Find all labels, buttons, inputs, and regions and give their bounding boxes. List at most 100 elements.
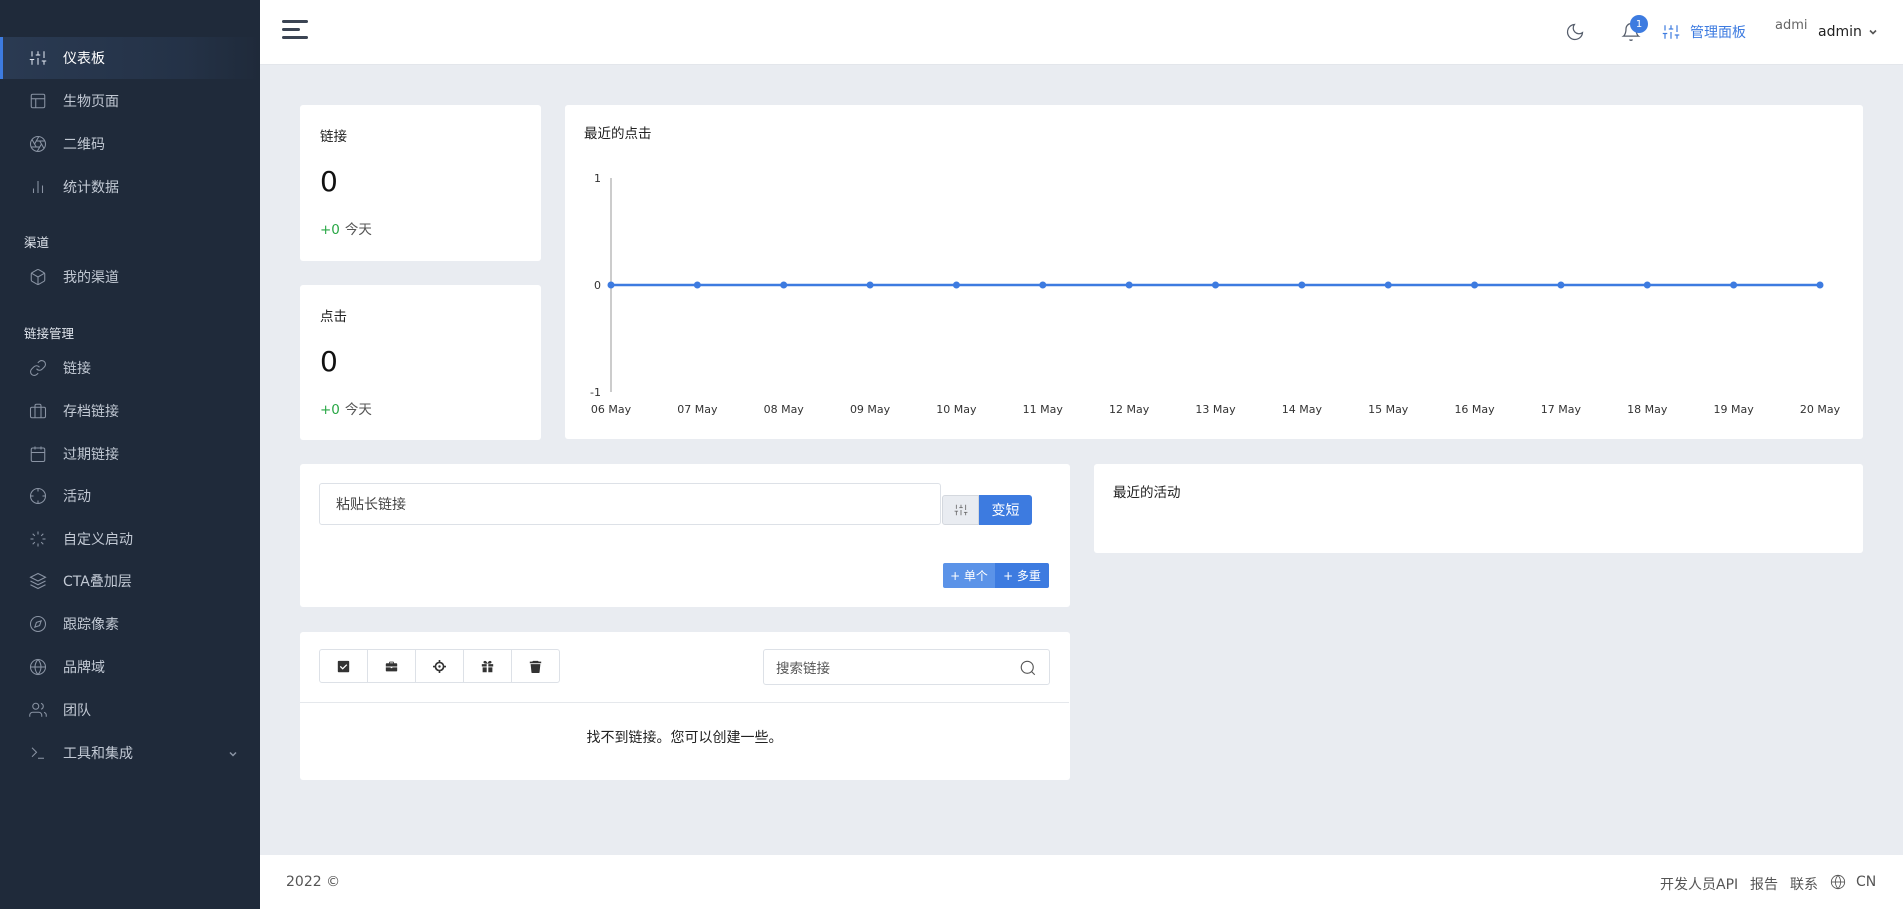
shorten-button[interactable]: 变短: [979, 495, 1032, 525]
sidebar-item-label: 活动: [63, 489, 91, 505]
sliders-icon: [954, 504, 967, 516]
sidebar-item-bio-pages[interactable]: 生物页面: [0, 80, 260, 122]
sidebar-item-label: 生物页面: [63, 94, 119, 110]
sliders-icon: [1662, 25, 1680, 39]
x-tick-label: 17 May: [1541, 403, 1582, 416]
box-icon: [28, 267, 48, 287]
x-tick-label: 08 May: [764, 403, 805, 416]
sidebar-item-label: 过期链接: [63, 447, 119, 463]
stat-delta-label: 今天: [344, 402, 372, 418]
bar-chart-icon: [28, 177, 48, 197]
report-link[interactable]: 报告: [1750, 874, 1778, 894]
card-title: 最近的活动: [1113, 485, 1181, 501]
sidebar-item-campaigns[interactable]: 活动: [0, 475, 260, 517]
sidebar-item-label: 链接: [63, 361, 91, 377]
sidebar-item-label: 仪表板: [63, 51, 105, 67]
contact-link[interactable]: 联系: [1790, 874, 1818, 894]
gift-icon: [481, 660, 494, 672]
admin-panel-label: 管理面板: [1690, 25, 1746, 41]
sidebar-item-tools-integrations[interactable]: 工具和集成: [0, 732, 260, 774]
x-tick-label: 20 May: [1800, 403, 1841, 416]
shorten-card: 粘贴长链接 变短 + 单个 + 多重: [300, 464, 1070, 607]
sidebar-item-my-channels[interactable]: 我的渠道: [0, 256, 260, 298]
copyright: 2022 ©: [286, 874, 341, 890]
data-point: [1471, 281, 1479, 289]
data-point: [1643, 281, 1651, 289]
options-button[interactable]: [942, 495, 979, 525]
search-input[interactable]: 搜索链接: [763, 649, 1050, 685]
sidebar-item-expired-links[interactable]: 过期链接: [0, 433, 260, 475]
select-all-button[interactable]: [320, 650, 368, 682]
links-list-card: 搜索链接 找不到链接。您可以创建一些。: [300, 632, 1070, 780]
sidebar-item-custom-splash[interactable]: 自定义启动: [0, 518, 260, 560]
sidebar-item-tracking-pixels[interactable]: 跟踪像素: [0, 603, 260, 645]
archive-button[interactable]: [368, 650, 416, 682]
add-to-channel-button[interactable]: [464, 650, 512, 682]
layers-icon: [28, 571, 48, 591]
notification-badge: 1: [1630, 15, 1648, 33]
data-point: [780, 281, 788, 289]
admin-panel-link[interactable]: 管理面板: [1662, 22, 1746, 42]
stat-delta-value: +0: [320, 222, 340, 238]
sidebar-item-qr-codes[interactable]: 二维码: [0, 123, 260, 165]
sidebar-item-links[interactable]: 链接: [0, 347, 260, 389]
globe-icon[interactable]: [1830, 874, 1846, 890]
data-point: [1298, 281, 1306, 289]
recent-activity-card: 最近的活动: [1094, 464, 1863, 553]
delete-button[interactable]: [512, 650, 559, 682]
x-tick-label: 15 May: [1368, 403, 1409, 416]
briefcase-icon: [28, 401, 48, 421]
sidebar-item-cta-overlays[interactable]: CTA叠加层: [0, 560, 260, 602]
stat-value: 0: [320, 345, 338, 378]
long-url-input[interactable]: 粘贴长链接: [319, 483, 941, 525]
data-point: [1816, 281, 1824, 289]
sidebar-item-label: 二维码: [63, 137, 105, 153]
sidebar-item-label: 统计数据: [63, 180, 119, 196]
sidebar-item-teams[interactable]: 团队: [0, 689, 260, 731]
search-icon: [1020, 660, 1036, 676]
calendar-icon: [28, 444, 48, 464]
data-point: [1125, 281, 1133, 289]
stat-delta-value: +0: [320, 402, 340, 418]
multiple-button[interactable]: + 多重: [995, 563, 1049, 588]
sidebar-item-label: 自定义启动: [63, 532, 133, 548]
y-tick-label: 0: [594, 279, 601, 292]
language-selector[interactable]: CN: [1856, 874, 1876, 890]
data-point: [1039, 281, 1047, 289]
x-tick-label: 16 May: [1454, 403, 1495, 416]
recent-clicks-card: 最近的点击 1 0 -1 06 May 07 May 08 May 09 May 10 May…: [565, 105, 1863, 439]
sidebar: 仪表板 生物页面 二维码 统计数据 渠道 我的渠道 链接管理 链接 存档链接 过…: [0, 0, 260, 909]
data-point: [607, 281, 615, 289]
users-icon: [28, 700, 48, 720]
sidebar-item-dashboard[interactable]: 仪表板: [0, 37, 260, 79]
sidebar-item-archived-links[interactable]: 存档链接: [0, 390, 260, 432]
section-channels: 渠道: [24, 235, 50, 250]
sidebar-item-branded-domains[interactable]: 品牌域: [0, 646, 260, 688]
data-point: [693, 281, 701, 289]
y-tick-label: 1: [594, 172, 601, 185]
stat-delta-label: 今天: [344, 222, 372, 238]
chevron-down-icon: [1869, 29, 1877, 35]
topbar: [260, 0, 1903, 65]
x-tick-label: 14 May: [1282, 403, 1323, 416]
avatar[interactable]: admi: [1775, 18, 1808, 33]
x-tick-label: 07 May: [677, 403, 718, 416]
moon-icon[interactable]: [1565, 22, 1587, 44]
sidebar-item-label: 我的渠道: [63, 270, 119, 286]
x-tick-label: 18 May: [1627, 403, 1668, 416]
single-button[interactable]: + 单个: [943, 563, 995, 588]
clicks-chart: 1 0 -1 06 May 07 May 08 May 09 May 10 May 11 May…: [590, 172, 1841, 416]
user-menu[interactable]: admin: [1818, 24, 1878, 40]
data-point: [1384, 281, 1392, 289]
menu-toggle-icon[interactable]: [282, 20, 308, 42]
sliders-icon: [28, 48, 48, 68]
sidebar-item-label: CTA叠加层: [63, 574, 132, 590]
sidebar-item-statistics[interactable]: 统计数据: [0, 166, 260, 208]
empty-state-message: 找不到链接。您可以创建一些。: [586, 730, 783, 746]
developer-api-link[interactable]: 开发人员API: [1660, 874, 1738, 894]
check-square-icon: [337, 660, 350, 672]
stat-title: 链接: [320, 129, 347, 145]
sidebar-item-label: 跟踪像素: [63, 617, 119, 633]
add-to-campaign-button[interactable]: [416, 650, 464, 682]
footer: 2022 © 开发人员API 报告 联系 CN: [260, 855, 1903, 909]
